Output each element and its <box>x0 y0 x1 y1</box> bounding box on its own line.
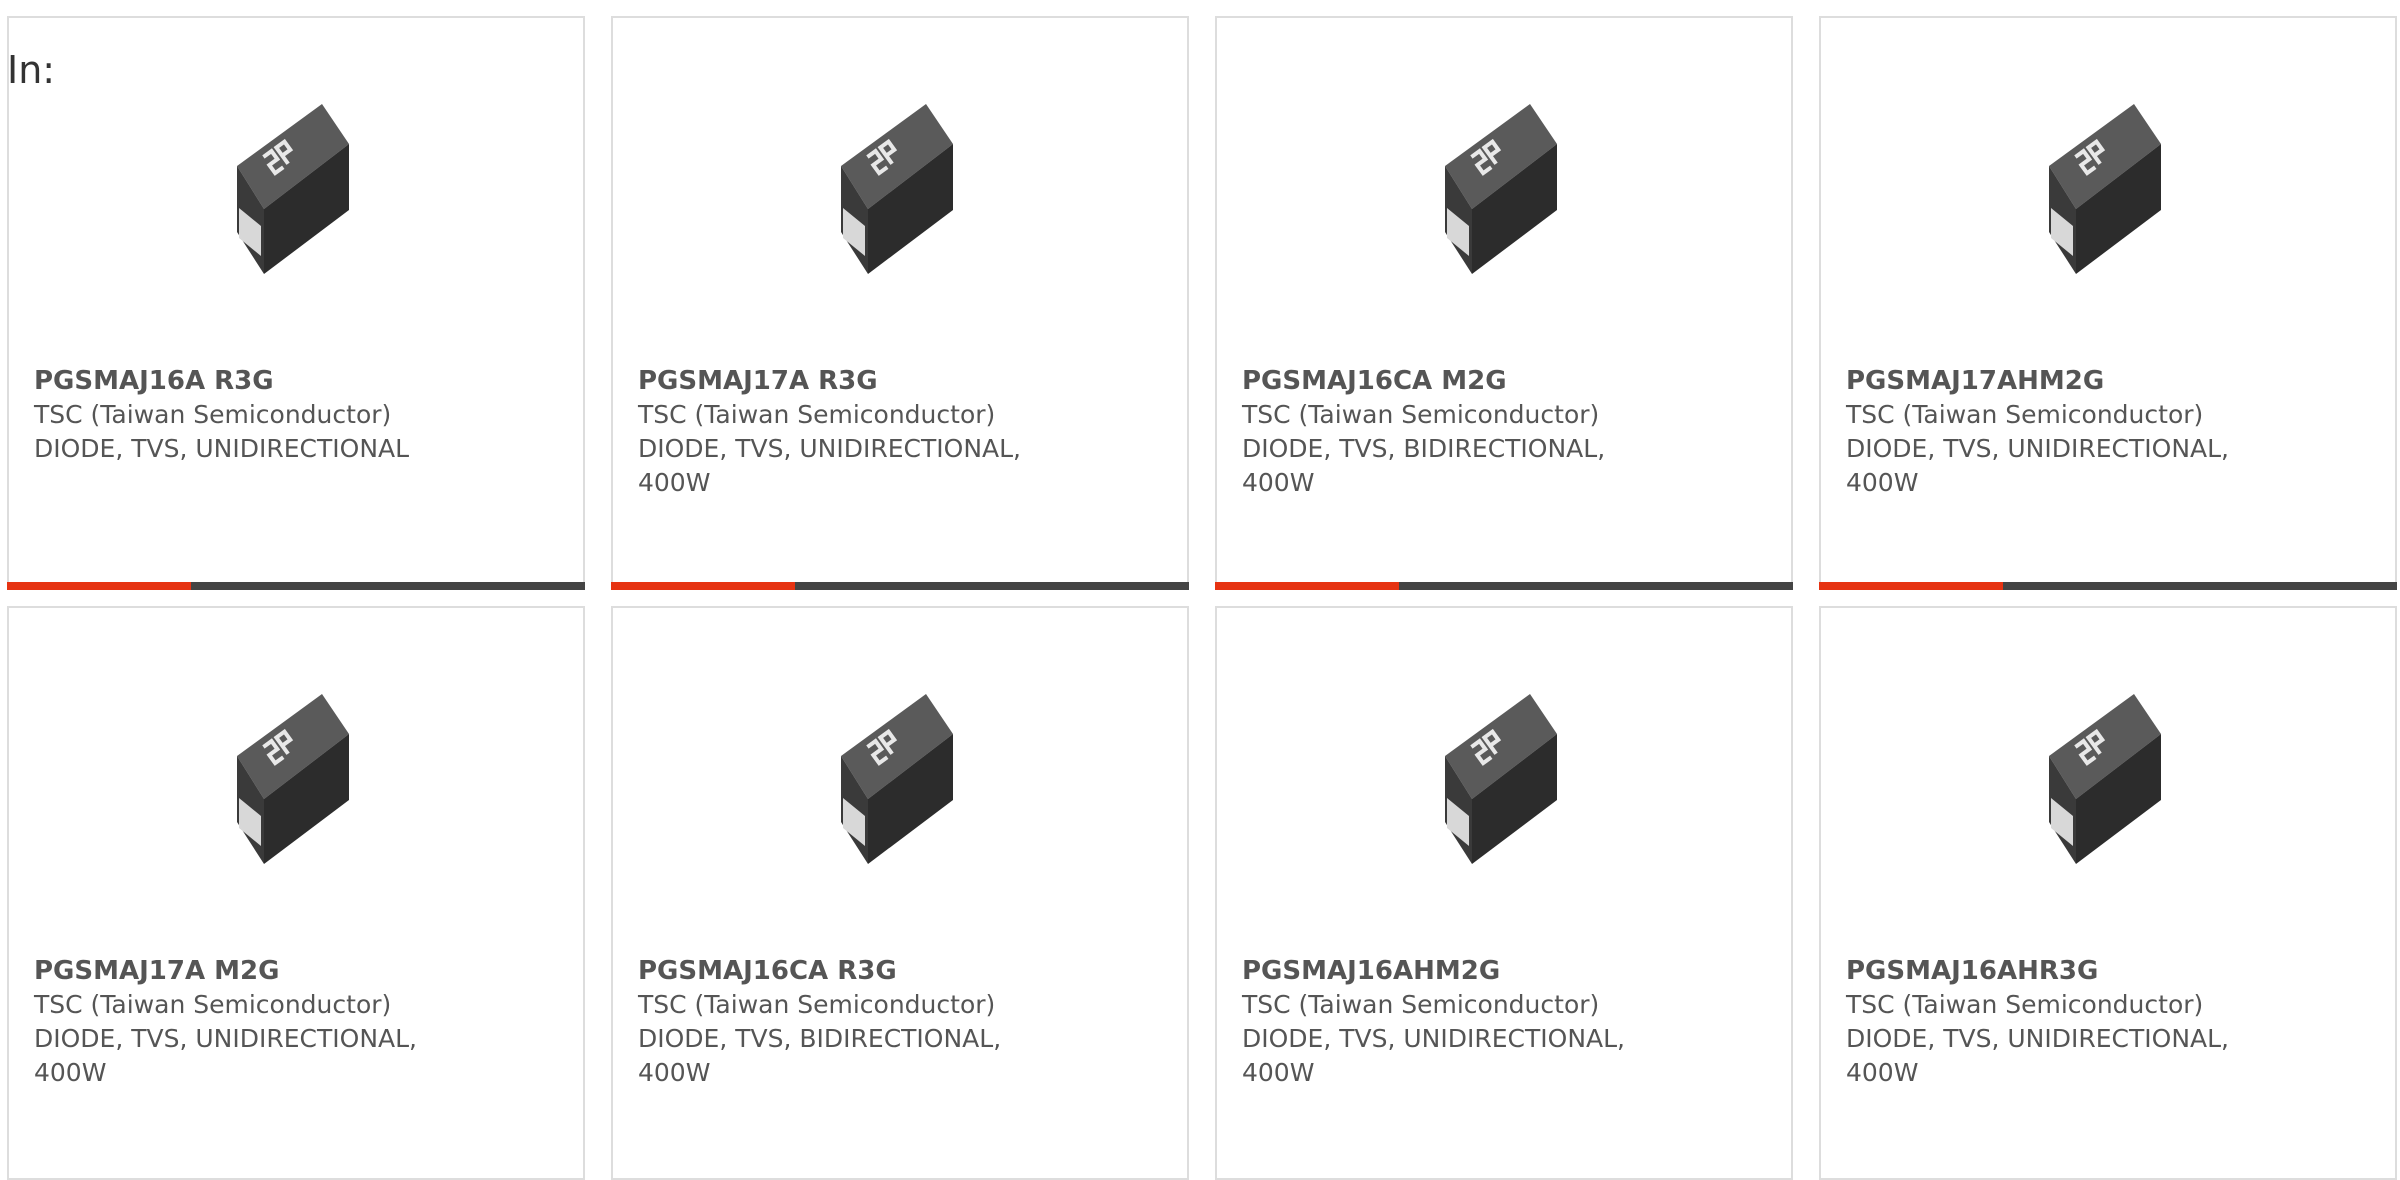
smd-diode-package-icon <box>237 694 349 864</box>
description-line-1: DIODE, TVS, BIDIRECTIONAL, <box>1242 434 1606 463</box>
card-accent-bar <box>611 582 795 590</box>
product-info: PGSMAJ16AHR3G TSC (Taiwan Semiconductor)… <box>1846 954 2306 1090</box>
product-card[interactable]: PGSMAJ17A R3G TSC (Taiwan Semiconductor)… <box>611 16 1189 590</box>
description-line-2: 400W <box>1242 468 1315 497</box>
manufacturer: TSC (Taiwan Semiconductor) <box>1242 990 1600 1019</box>
product-card[interactable]: PGSMAJ16CA M2G TSC (Taiwan Semiconductor… <box>1215 16 1793 590</box>
part-number[interactable]: PGSMAJ16AHR3G <box>1846 954 2306 988</box>
card-bottom-bar <box>1215 582 1793 590</box>
description-line-2: 400W <box>34 1058 107 1087</box>
part-number[interactable]: PGSMAJ17A R3G <box>638 364 1098 398</box>
part-number[interactable]: PGSMAJ16A R3G <box>34 364 494 398</box>
smd-diode-package-icon <box>841 694 953 864</box>
product-grid: PGSMAJ16A R3G TSC (Taiwan Semiconductor)… <box>0 0 2400 1180</box>
smd-diode-package-icon <box>841 104 953 274</box>
card-accent-bar <box>7 582 191 590</box>
product-card[interactable]: PGSMAJ16AHR3G TSC (Taiwan Semiconductor)… <box>1819 606 2397 1180</box>
product-info: PGSMAJ16CA R3G TSC (Taiwan Semiconductor… <box>638 954 1098 1090</box>
manufacturer: TSC (Taiwan Semiconductor) <box>34 990 392 1019</box>
product-info: PGSMAJ16AHM2G TSC (Taiwan Semiconductor)… <box>1242 954 1702 1090</box>
card-bottom-bar <box>7 582 585 590</box>
description-line-2: 400W <box>638 468 711 497</box>
card-bottom-bar <box>611 582 1189 590</box>
manufacturer: TSC (Taiwan Semiconductor) <box>1242 400 1600 429</box>
product-card[interactable]: PGSMAJ16A R3G TSC (Taiwan Semiconductor)… <box>7 16 585 590</box>
smd-diode-package-icon <box>2049 104 2161 274</box>
smd-diode-package-icon <box>1445 104 1557 274</box>
description-line-2: 400W <box>638 1058 711 1087</box>
part-number[interactable]: PGSMAJ16CA R3G <box>638 954 1098 988</box>
product-card[interactable]: PGSMAJ16AHM2G TSC (Taiwan Semiconductor)… <box>1215 606 1793 1180</box>
part-number[interactable]: PGSMAJ16AHM2G <box>1242 954 1702 988</box>
description-line-1: DIODE, TVS, UNIDIRECTIONAL, <box>1242 1024 1625 1053</box>
smd-diode-package-icon <box>2049 694 2161 864</box>
description-line-2: 400W <box>1242 1058 1315 1087</box>
in-label: In: <box>7 48 56 92</box>
card-bottom-bar <box>1819 582 2397 590</box>
product-info: PGSMAJ16CA M2G TSC (Taiwan Semiconductor… <box>1242 364 1702 500</box>
smd-diode-package-icon <box>1445 694 1557 864</box>
manufacturer: TSC (Taiwan Semiconductor) <box>638 400 996 429</box>
manufacturer: TSC (Taiwan Semiconductor) <box>1846 990 2204 1019</box>
card-accent-bar <box>1215 582 1399 590</box>
description-line-1: DIODE, TVS, UNIDIRECTIONAL, <box>638 434 1021 463</box>
part-number[interactable]: PGSMAJ17A M2G <box>34 954 494 988</box>
manufacturer: TSC (Taiwan Semiconductor) <box>34 400 392 429</box>
description-line-1: DIODE, TVS, BIDIRECTIONAL, <box>638 1024 1002 1053</box>
description-line-1: DIODE, TVS, UNIDIRECTIONAL <box>34 434 410 463</box>
manufacturer: TSC (Taiwan Semiconductor) <box>1846 400 2204 429</box>
product-info: PGSMAJ17AHM2G TSC (Taiwan Semiconductor)… <box>1846 364 2306 500</box>
description-line-1: DIODE, TVS, UNIDIRECTIONAL, <box>34 1024 417 1053</box>
card-accent-bar <box>1819 582 2003 590</box>
product-info: PGSMAJ16A R3G TSC (Taiwan Semiconductor)… <box>34 364 494 466</box>
smd-diode-package-icon <box>237 104 349 274</box>
description-line-1: DIODE, TVS, UNIDIRECTIONAL, <box>1846 1024 2229 1053</box>
product-card[interactable]: PGSMAJ16CA R3G TSC (Taiwan Semiconductor… <box>611 606 1189 1180</box>
manufacturer: TSC (Taiwan Semiconductor) <box>638 990 996 1019</box>
product-info: PGSMAJ17A M2G TSC (Taiwan Semiconductor)… <box>34 954 494 1090</box>
product-card[interactable]: PGSMAJ17A M2G TSC (Taiwan Semiconductor)… <box>7 606 585 1180</box>
part-number[interactable]: PGSMAJ16CA M2G <box>1242 364 1702 398</box>
product-card[interactable]: PGSMAJ17AHM2G TSC (Taiwan Semiconductor)… <box>1819 16 2397 590</box>
part-number[interactable]: PGSMAJ17AHM2G <box>1846 364 2306 398</box>
description-line-2: 400W <box>1846 1058 1919 1087</box>
description-line-2: 400W <box>1846 468 1919 497</box>
description-line-1: DIODE, TVS, UNIDIRECTIONAL, <box>1846 434 2229 463</box>
product-info: PGSMAJ17A R3G TSC (Taiwan Semiconductor)… <box>638 364 1098 500</box>
